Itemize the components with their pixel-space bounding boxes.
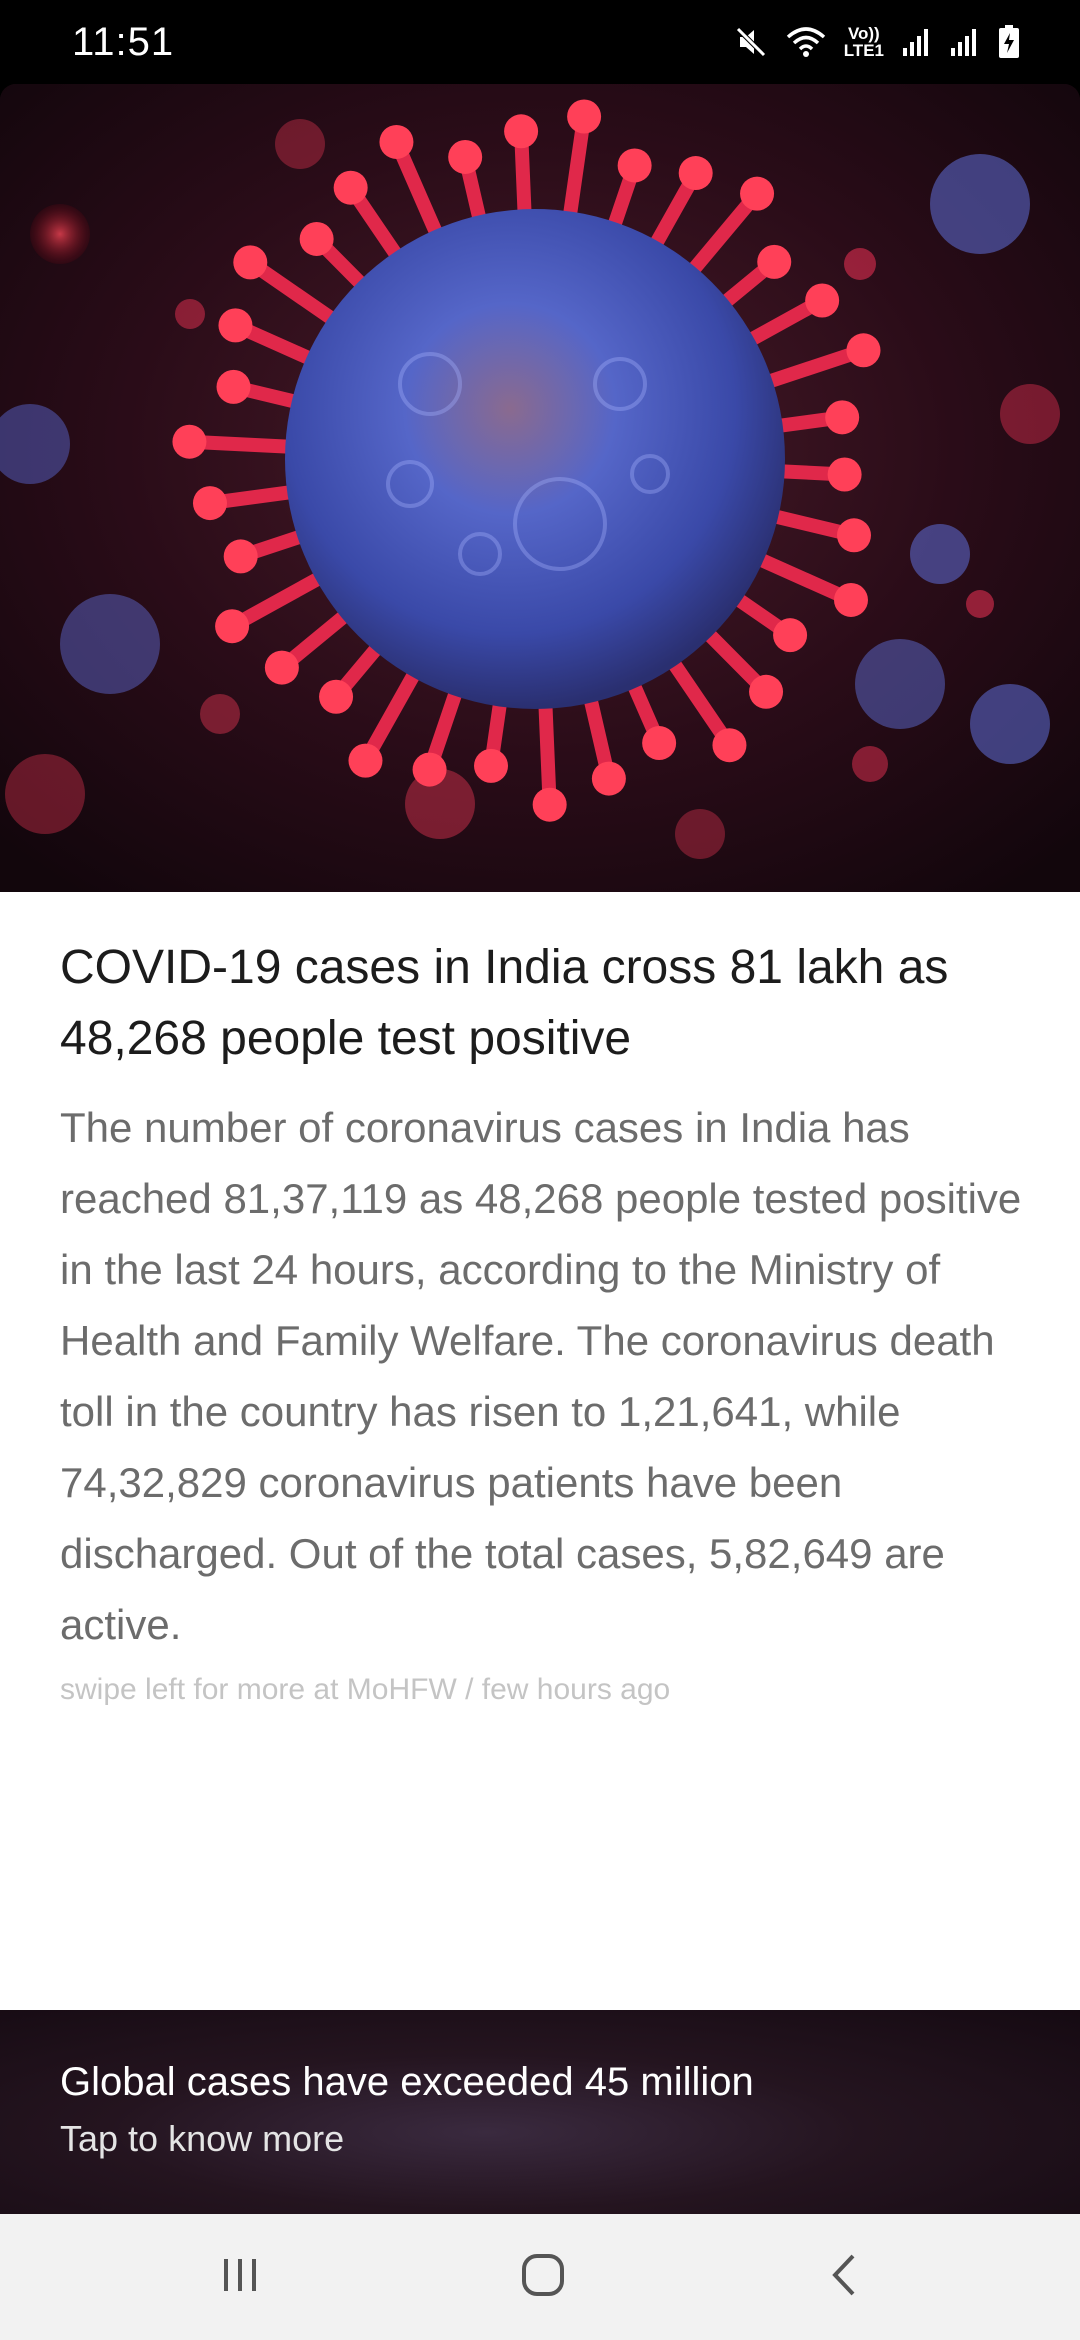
wifi-icon (786, 25, 826, 59)
network-type-label: Vo)) LTE1 (843, 24, 884, 60)
virus-spike-tip (740, 176, 775, 211)
virus-spike-tip (233, 245, 268, 280)
virus-spike-tip (474, 748, 509, 783)
virus-spike-tip (837, 518, 871, 553)
virus-spike-tip (805, 283, 840, 318)
navigation-bar (0, 2214, 1080, 2340)
status-bar: 11:51 Vo)) LTE1 (0, 0, 1080, 84)
hero-image (0, 84, 1080, 892)
virus-spike-tip (333, 170, 368, 205)
virus-core (285, 209, 785, 709)
virus-spike-tip (379, 124, 414, 159)
virus-spike-tip (833, 582, 868, 617)
virus-spike-tip (448, 139, 483, 174)
virus-spike-tip (567, 99, 602, 134)
virus-spike-tip (215, 609, 250, 644)
recent-apps-button[interactable] (195, 2242, 285, 2312)
virus-spike-tip (504, 114, 539, 149)
virus-spike-tip (773, 618, 808, 653)
signal-icon (902, 27, 932, 57)
virus-spike-tip (678, 156, 713, 191)
status-time: 11:51 (72, 20, 175, 64)
article-body: The number of coronavirus cases in India… (60, 1104, 1022, 1648)
article-headline: COVID-19 cases in India cross 81 lakh as… (60, 941, 949, 1065)
article-source-line[interactable]: swipe left for more at MoHFW / few hours… (60, 1673, 670, 1707)
virus-spike-tip (172, 424, 207, 459)
global-cases-banner[interactable]: Global cases have exceeded 45 million Ta… (0, 2010, 1080, 2214)
home-button[interactable] (498, 2242, 588, 2312)
signal-icon (950, 27, 980, 57)
virus-spike-tip (412, 752, 447, 787)
virus-spike-tip (749, 674, 784, 709)
virus-spike-tip (299, 221, 334, 256)
virus-spike-tip (192, 486, 227, 521)
battery-charging-icon (998, 25, 1020, 59)
recent-apps-icon (218, 2253, 262, 2302)
virus-spike-tip (825, 400, 860, 435)
virus-spike-tip (642, 726, 677, 761)
mute-icon (734, 25, 768, 59)
virus-spike-tip (264, 650, 299, 685)
home-icon (520, 2252, 566, 2303)
virus-spike-tip (216, 369, 251, 404)
virus-spike-tip (348, 743, 383, 778)
virus-spike-tip (223, 539, 258, 574)
virus-spike-tip (757, 244, 792, 279)
virus-spike-tip (846, 333, 881, 368)
virus-spike-tip (532, 787, 567, 822)
virus-spike-tip (319, 679, 354, 714)
virus-spike-tip (218, 308, 253, 343)
virus-spike-tip (712, 728, 747, 763)
virus-spike-tip (617, 148, 652, 183)
back-icon (825, 2252, 865, 2303)
virus-spike-tip (827, 457, 862, 492)
article-card[interactable]: COVID-19 cases in India cross 81 lakh as… (0, 892, 1080, 2010)
banner-title: Global cases have exceeded 45 million (60, 2060, 754, 2104)
back-button[interactable] (800, 2242, 890, 2312)
banner-subtitle: Tap to know more (60, 2118, 345, 2159)
status-icons: Vo)) LTE1 (734, 20, 1020, 64)
virus-spike-tip (591, 761, 626, 796)
